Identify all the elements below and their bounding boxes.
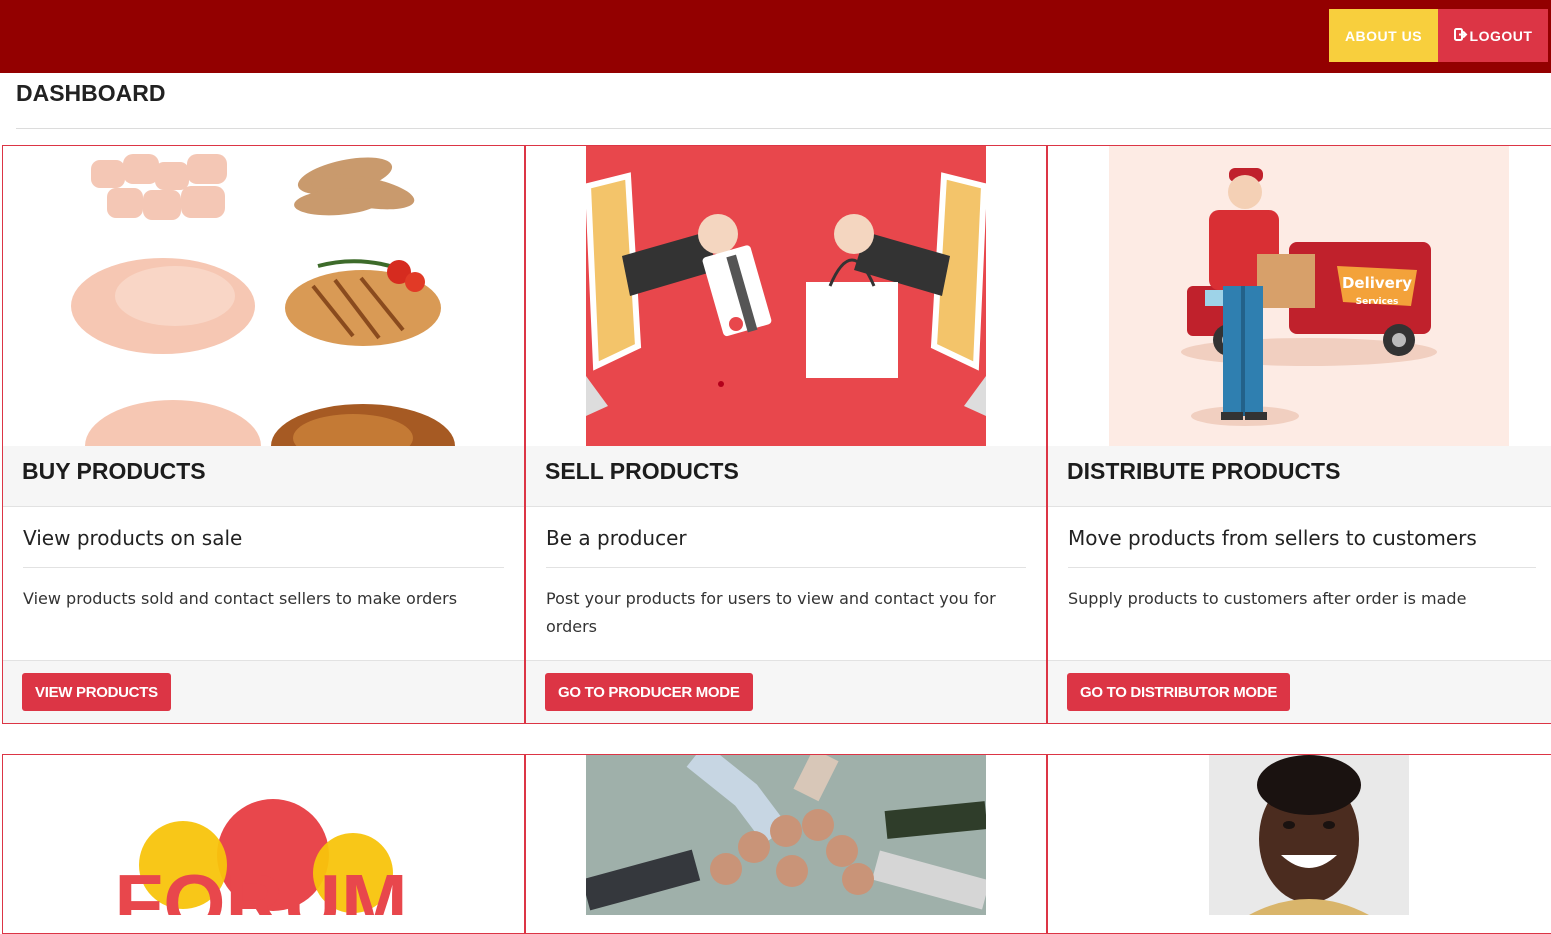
card-footer: GO TO PRODUCER MODE: [526, 660, 1046, 723]
card-divider: [23, 567, 504, 568]
community-card: [525, 754, 1047, 934]
services-text: Services: [1356, 297, 1399, 307]
card-header: SELL PRODUCTS: [526, 446, 1046, 507]
distribute-products-card: Delivery Services DISTRIBUTE PRODUCTS Mo…: [1047, 145, 1551, 724]
about-us-button[interactable]: ABOUT US: [1329, 9, 1438, 62]
view-products-button[interactable]: VIEW PRODUCTS: [22, 673, 171, 711]
person-portrait-image: [1209, 755, 1409, 915]
distributor-mode-button[interactable]: GO TO DISTRIBUTOR MODE: [1067, 673, 1291, 711]
card-header: BUY PRODUCTS: [3, 446, 524, 507]
card-subtitle: Move products from sellers to customers: [1068, 526, 1477, 550]
card-divider: [546, 567, 1026, 568]
online-shopping-image: [586, 146, 986, 446]
card-subtitle: View products on sale: [23, 526, 243, 550]
card-divider: [1068, 567, 1536, 568]
card-footer: VIEW PRODUCTS: [3, 660, 524, 723]
card-title: SELL PRODUCTS: [545, 458, 739, 484]
page-title: DASHBOARD: [16, 80, 166, 106]
top-navbar: ABOUT US LOGOUT: [0, 0, 1551, 73]
forum-logo-image: FORUM: [63, 755, 463, 915]
delivery-services-image: Delivery Services: [1109, 146, 1509, 446]
title-divider: [16, 128, 1551, 129]
card-subtitle: Be a producer: [546, 526, 687, 550]
about-us-label: ABOUT US: [1344, 27, 1423, 44]
logout-label: LOGOUT: [1469, 27, 1533, 44]
delivery-text: Delivery: [1342, 274, 1412, 292]
card-title: BUY PRODUCTS: [22, 458, 206, 484]
forum-logo-text: FORUM: [114, 858, 407, 915]
team-fist-bump-image: [586, 755, 986, 915]
sell-products-card: SELL PRODUCTS Be a producer Post your pr…: [525, 145, 1047, 724]
card-description: Post your products for users to view and…: [546, 589, 996, 636]
card-footer: GO TO DISTRIBUTOR MODE: [1048, 660, 1551, 723]
sign-out-icon: [1453, 27, 1468, 44]
profile-card: [1047, 754, 1551, 934]
card-description: Supply products to customers after order…: [1068, 589, 1467, 608]
chicken-meat-image: [63, 146, 463, 446]
logout-button[interactable]: LOGOUT: [1438, 9, 1548, 62]
card-header: DISTRIBUTE PRODUCTS: [1048, 446, 1551, 507]
producer-mode-button[interactable]: GO TO PRODUCER MODE: [545, 673, 753, 711]
buy-products-card: BUY PRODUCTS View products on sale View …: [2, 145, 525, 724]
card-description: View products sold and contact sellers t…: [23, 589, 458, 608]
card-title: DISTRIBUTE PRODUCTS: [1067, 458, 1341, 484]
forum-card: FORUM: [2, 754, 525, 934]
